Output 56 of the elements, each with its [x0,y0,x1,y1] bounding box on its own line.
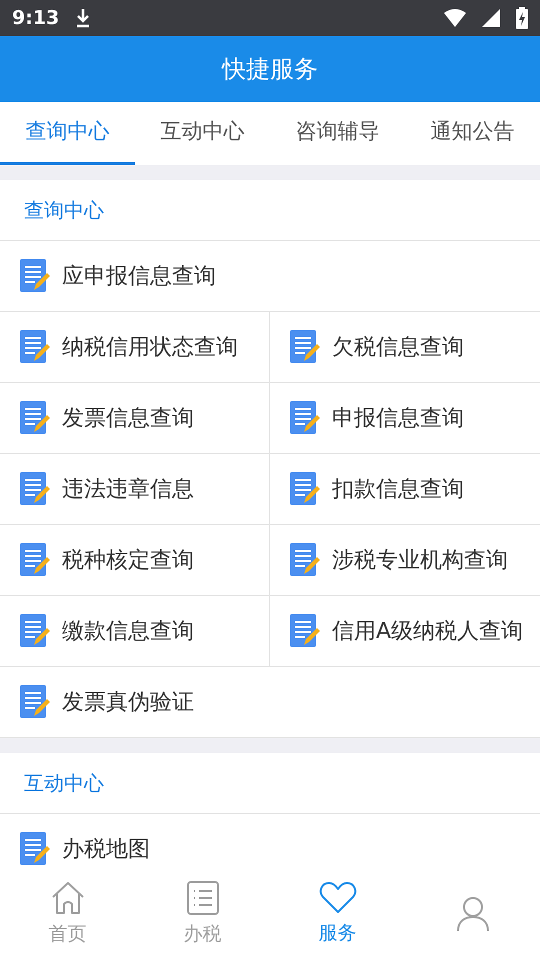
menu-item-label: 欠税信息查询 [332,334,464,362]
document-pencil-icon [20,330,50,364]
menu-item[interactable]: 申报信息查询 [270,383,540,453]
tab[interactable]: 咨询辅导 [270,102,405,165]
document-pencil-icon [290,401,320,435]
menu-item[interactable]: 缴款信息查询 [0,596,270,666]
section-title: 互动中心 [24,770,104,797]
document-pencil-icon [290,614,320,648]
menu-item[interactable]: 涉税专业机构查询 [270,525,540,595]
menu-item-label: 发票真伪验证 [62,688,194,716]
home-icon [50,880,86,916]
document-pencil-icon [290,472,320,506]
menu-item-label: 办税地图 [62,836,150,864]
document-pencil-icon [290,543,320,577]
status-time: 9:13 [12,6,60,31]
heart-icon [318,880,356,915]
signal-icon [482,9,500,27]
document-pencil-icon [20,259,50,293]
menu-item[interactable]: 发票信息查询 [0,383,270,453]
tab[interactable]: 查询中心 [0,102,135,165]
menu-item-label: 纳税信用状态查询 [62,334,238,362]
menu-item-label: 扣款信息查询 [332,476,464,504]
menu-item-label: 信用A级纳税人查询 [332,618,524,646]
menu-item-label: 违法违章信息 [62,476,194,504]
menu-item-label: 税种核定查询 [62,546,194,574]
document-pencil-icon [20,614,50,648]
page-title: 快捷服务 [222,54,318,85]
menu-item-label: 发票信息查询 [62,404,194,432]
section-title: 查询中心 [24,197,104,224]
menu-item[interactable]: 纳税信用状态查询 [0,312,270,382]
wifi-icon [444,9,466,27]
document-pencil-icon [20,543,50,577]
battery-icon [516,7,528,29]
document-pencil-icon [20,832,50,866]
tab[interactable]: 通知公告 [405,102,540,165]
document-pencil-icon [290,330,320,364]
document-pencil-icon [20,472,50,506]
menu-item[interactable]: 办税地图 [0,814,540,868]
download-icon [75,8,92,28]
menu-item-label: 应申报信息查询 [62,262,216,290]
tab[interactable]: 互动中心 [135,102,270,165]
nav-item[interactable]: 服务 [270,868,405,960]
menu-item[interactable]: 扣款信息查询 [270,454,540,524]
menu-item-label: 涉税专业机构查询 [332,546,508,574]
menu-item-label: 缴款信息查询 [62,618,194,646]
person-icon [454,896,490,932]
menu-item[interactable]: 发票真伪验证 [0,667,540,737]
list-icon [184,880,220,916]
menu-item-label: 申报信息查询 [332,404,464,432]
menu-item[interactable]: 税种核定查询 [0,525,270,595]
document-pencil-icon [20,401,50,435]
document-pencil-icon [20,685,50,719]
menu-item[interactable]: 违法违章信息 [0,454,270,524]
menu-item[interactable]: 欠税信息查询 [270,312,540,382]
menu-item[interactable]: 应申报信息查询 [0,241,540,311]
menu-item[interactable]: 信用A级纳税人查询 [270,596,540,666]
